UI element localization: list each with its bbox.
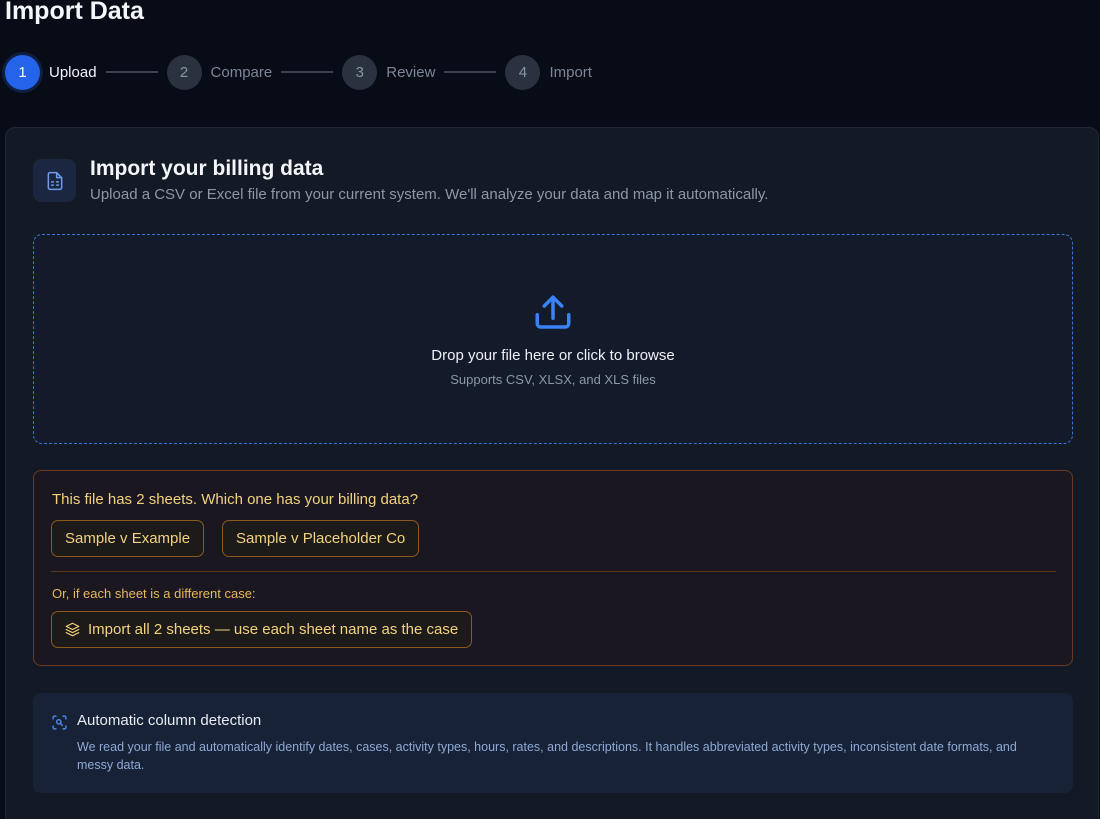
step-connector: [281, 71, 334, 73]
layers-icon: [65, 622, 80, 637]
sheet-option-button[interactable]: Sample v Example: [51, 520, 205, 557]
card-title: Import your billing data: [90, 157, 324, 180]
step-connector: [444, 71, 497, 73]
upload-icon: [535, 295, 571, 329]
page-title: Import Data: [5, 0, 144, 25]
step-label: Compare: [210, 63, 273, 81]
dropzone-hint: Supports CSV, XLSX, and XLS files: [450, 372, 656, 387]
step-label: Review: [386, 63, 436, 81]
info-title: Automatic column detection: [77, 712, 262, 729]
info-text: We read your file and automatically iden…: [77, 740, 1017, 772]
step-number: 4: [505, 54, 541, 90]
info-box: Automatic column detection We read your …: [33, 693, 1073, 793]
step-compare[interactable]: 2 Compare: [166, 54, 273, 90]
sheet-selection-panel: This file has 2 sheets. Which one has yo…: [33, 470, 1073, 666]
step-number: 2: [166, 54, 202, 90]
dropzone-text: Drop your file here or click to browse: [431, 347, 675, 364]
import-data-page: Import Data 1 Upload 2 Compare 3 Review …: [0, 0, 1100, 819]
step-label: Import: [549, 63, 592, 81]
divider: [51, 571, 1056, 572]
file-spreadsheet-icon: [33, 159, 76, 202]
stepper: 1 Upload 2 Compare 3 Review 4 Import: [5, 54, 592, 90]
import-all-label: Import all 2 sheets — use each sheet nam…: [88, 621, 459, 638]
step-import[interactable]: 4 Import: [505, 54, 592, 90]
card-subtitle: Upload a CSV or Excel file from your cur…: [90, 186, 769, 203]
step-upload[interactable]: 1 Upload: [5, 54, 97, 90]
step-number: 3: [342, 54, 378, 90]
import-all-sheets-button[interactable]: Import all 2 sheets — use each sheet nam…: [51, 611, 473, 648]
step-review[interactable]: 3 Review: [342, 54, 436, 90]
step-label: Upload: [49, 63, 97, 81]
import-card: Import your billing data Upload a CSV or…: [5, 127, 1099, 819]
step-connector: [105, 71, 158, 73]
sheet-alternative-text: Or, if each sheet is a different case:: [52, 586, 256, 601]
sheet-question: This file has 2 sheets. Which one has yo…: [52, 491, 419, 508]
step-number: 1: [5, 54, 40, 90]
file-dropzone[interactable]: Drop your file here or click to browse S…: [33, 234, 1073, 444]
sheet-option-button[interactable]: Sample v Placeholder Co: [222, 520, 420, 557]
scan-search-icon: [52, 715, 67, 730]
